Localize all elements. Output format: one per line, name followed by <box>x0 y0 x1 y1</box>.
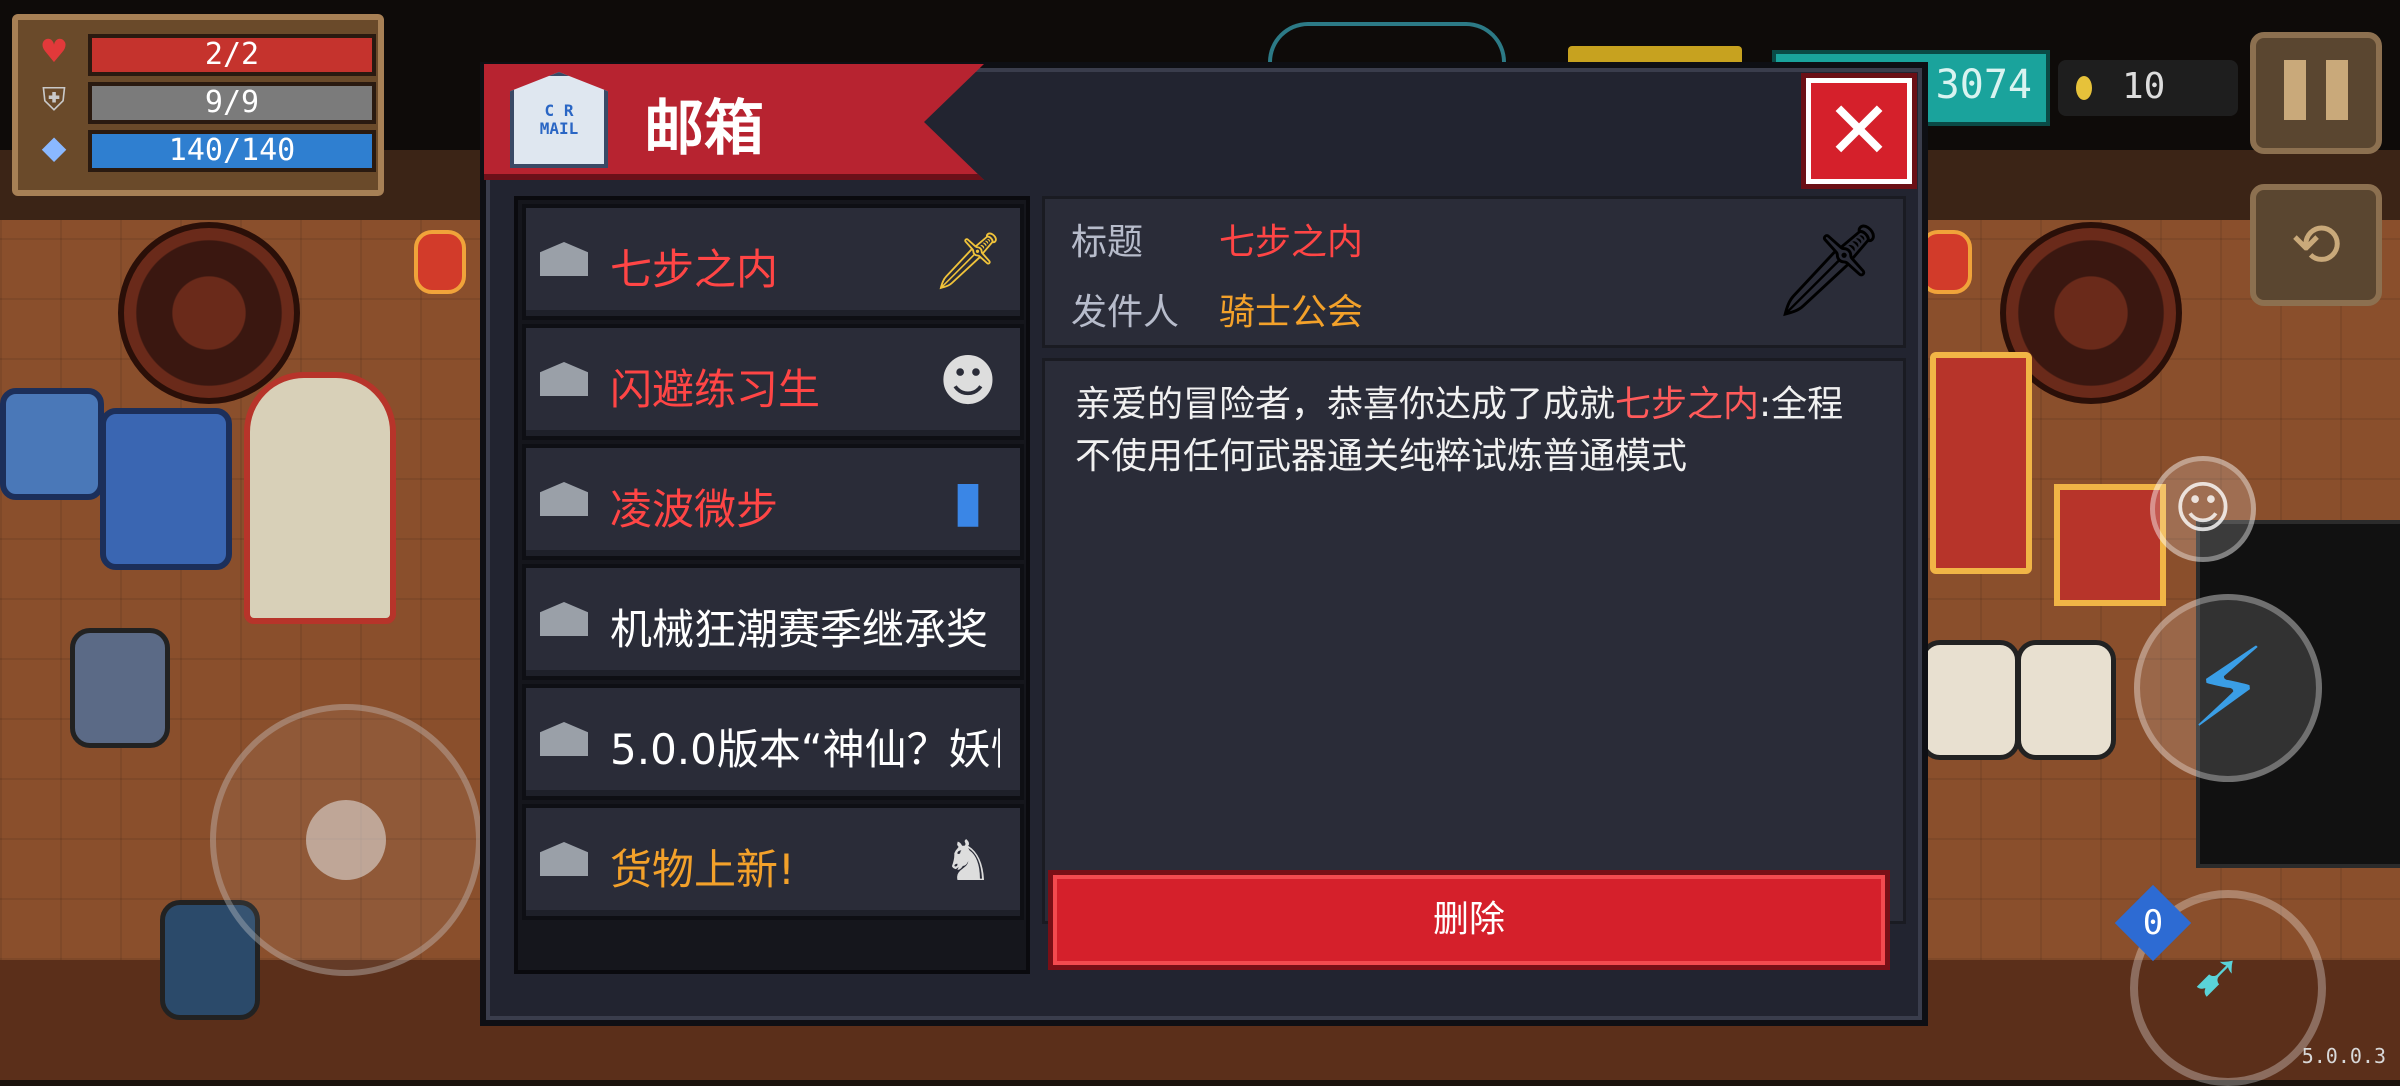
sword-icon: 🗡 <box>1771 218 1887 323</box>
movement-joystick[interactable] <box>210 704 482 976</box>
subject-value: 七步之内 <box>1219 222 1364 263</box>
shield-icon: ⛨ <box>41 80 66 118</box>
coin-count: 10 <box>2122 66 2166 107</box>
mail-body-text: 亲爱的冒险者，恭喜你达成了成就七步之内:全程不使用任何武器通关纯粹试炼普通模式 <box>1075 379 1875 483</box>
computer-terminal <box>0 388 104 500</box>
mail-list-item[interactable]: 凌波微步 ▮ <box>522 444 1024 560</box>
mail-list-item[interactable]: 货物上新! ♞ <box>522 804 1024 920</box>
close-button[interactable]: ✕ <box>1806 78 1912 184</box>
weapon-cost-value: 0 <box>2142 903 2164 943</box>
close-icon: ✕ <box>1825 84 1893 177</box>
envelope-icon <box>540 242 588 276</box>
mail-item-label: 机械狂潮赛季继承奖 <box>610 605 989 654</box>
lantern-left <box>414 230 466 294</box>
mail-dialog: C R MAIL 邮箱 ✕ 七步之内 🗡 闪避练习生 ☻ 凌波微步 ▮ 机械狂潮赛季继承奖 5… <box>480 62 1928 1026</box>
mail-detail-body: 亲爱的冒险者，恭喜你达成了成就七步之内:全程不使用任何武器通关纯粹试炼普通模式 <box>1042 358 1906 924</box>
swap-icon: ⟲ <box>2290 210 2342 280</box>
envelope-icon <box>540 842 588 876</box>
lion-dancer-npc-2[interactable] <box>2016 640 2116 760</box>
mail-list[interactable]: 七步之内 🗡 闪避练习生 ☻ 凌波微步 ▮ 机械狂潮赛季继承奖 5.0.0版本“神仙？妖怪货物… <box>514 196 1030 974</box>
coin-icon <box>2076 76 2092 100</box>
character-icon: ☻ <box>938 349 998 414</box>
mail-detail-header: 标题 七步之内 发件人 骑士公会 🗡 <box>1042 196 1906 348</box>
energy-crystal-icon: ◆ <box>41 128 67 166</box>
header-ornament <box>1268 22 1506 66</box>
envelope-icon <box>540 602 588 636</box>
joystick-knob[interactable] <box>306 800 386 880</box>
body-text-highlight: 七步之内 <box>1615 384 1760 425</box>
gacha-machine <box>244 372 396 624</box>
subject-label: 标题 <box>1071 222 1144 263</box>
pause-button[interactable] <box>2250 32 2382 154</box>
mail-list-item[interactable]: 5.0.0版本“神仙？妖怪 <box>522 684 1024 800</box>
envelope-icon <box>540 362 588 396</box>
wall-rosette-left <box>118 222 300 404</box>
smiley-icon: ☺ <box>2173 476 2233 541</box>
red-cabinet <box>2054 484 2166 606</box>
emote-button[interactable]: ☺ <box>2150 456 2256 562</box>
energy-bar: 140/140 <box>88 130 376 172</box>
envelope-icon <box>540 722 588 756</box>
pause-icon <box>2284 60 2306 120</box>
book-icon: ▮ <box>952 469 984 534</box>
envelope-icon <box>540 482 588 516</box>
coin-counter: 10 <box>2058 60 2238 116</box>
mail-list-item[interactable]: 七步之内 🗡 <box>522 204 1024 320</box>
mail-envelope-icon: C R MAIL <box>510 72 608 168</box>
sword-icon: 🗡 <box>932 229 1004 294</box>
mail-title: 邮箱 <box>644 94 764 164</box>
hp-bar: 2/2 <box>88 34 376 76</box>
player-stats-panel: ♥ 2/2 ⛨ 9/9 ◆ 140/140 <box>12 14 384 196</box>
delete-button[interactable]: 删除 <box>1048 870 1890 970</box>
heart-icon: ♥ <box>39 32 69 70</box>
mail-list-item[interactable]: 机械狂潮赛季继承奖 <box>522 564 1024 680</box>
gem-count: 3074 <box>1935 62 2032 108</box>
sender-value: 骑士公会 <box>1219 292 1364 333</box>
mail-header: C R MAIL 邮箱 <box>484 64 1024 180</box>
mail-item-label: 5.0.0版本“神仙？妖怪 <box>610 725 1000 774</box>
version-label: 5.0.0.3 <box>2301 1044 2386 1068</box>
body-text-prefix: 亲爱的冒险者，恭喜你达成了成就 <box>1075 384 1616 425</box>
lion-dancer-npc-1[interactable] <box>1920 640 2020 760</box>
pause-icon-bar <box>2326 60 2348 120</box>
crossbow-icon: ➹ <box>2191 940 2243 1010</box>
mail-list-item[interactable]: 闪避练习生 ☻ <box>522 324 1024 440</box>
red-stall-left <box>1930 352 2032 574</box>
armor-bar: 9/9 <box>88 82 376 124</box>
swap-weapon-button[interactable]: ⟲ <box>2250 184 2382 306</box>
mech-statue <box>100 408 232 570</box>
lightning-icon: ⚡ <box>2189 624 2267 752</box>
merchant-icon: ♞ <box>942 829 994 894</box>
npc-cat[interactable] <box>70 628 170 748</box>
skill-button[interactable]: ⚡ <box>2134 594 2322 782</box>
mail-icon-text: C R MAIL <box>539 101 579 138</box>
sender-label: 发件人 <box>1071 292 1180 333</box>
